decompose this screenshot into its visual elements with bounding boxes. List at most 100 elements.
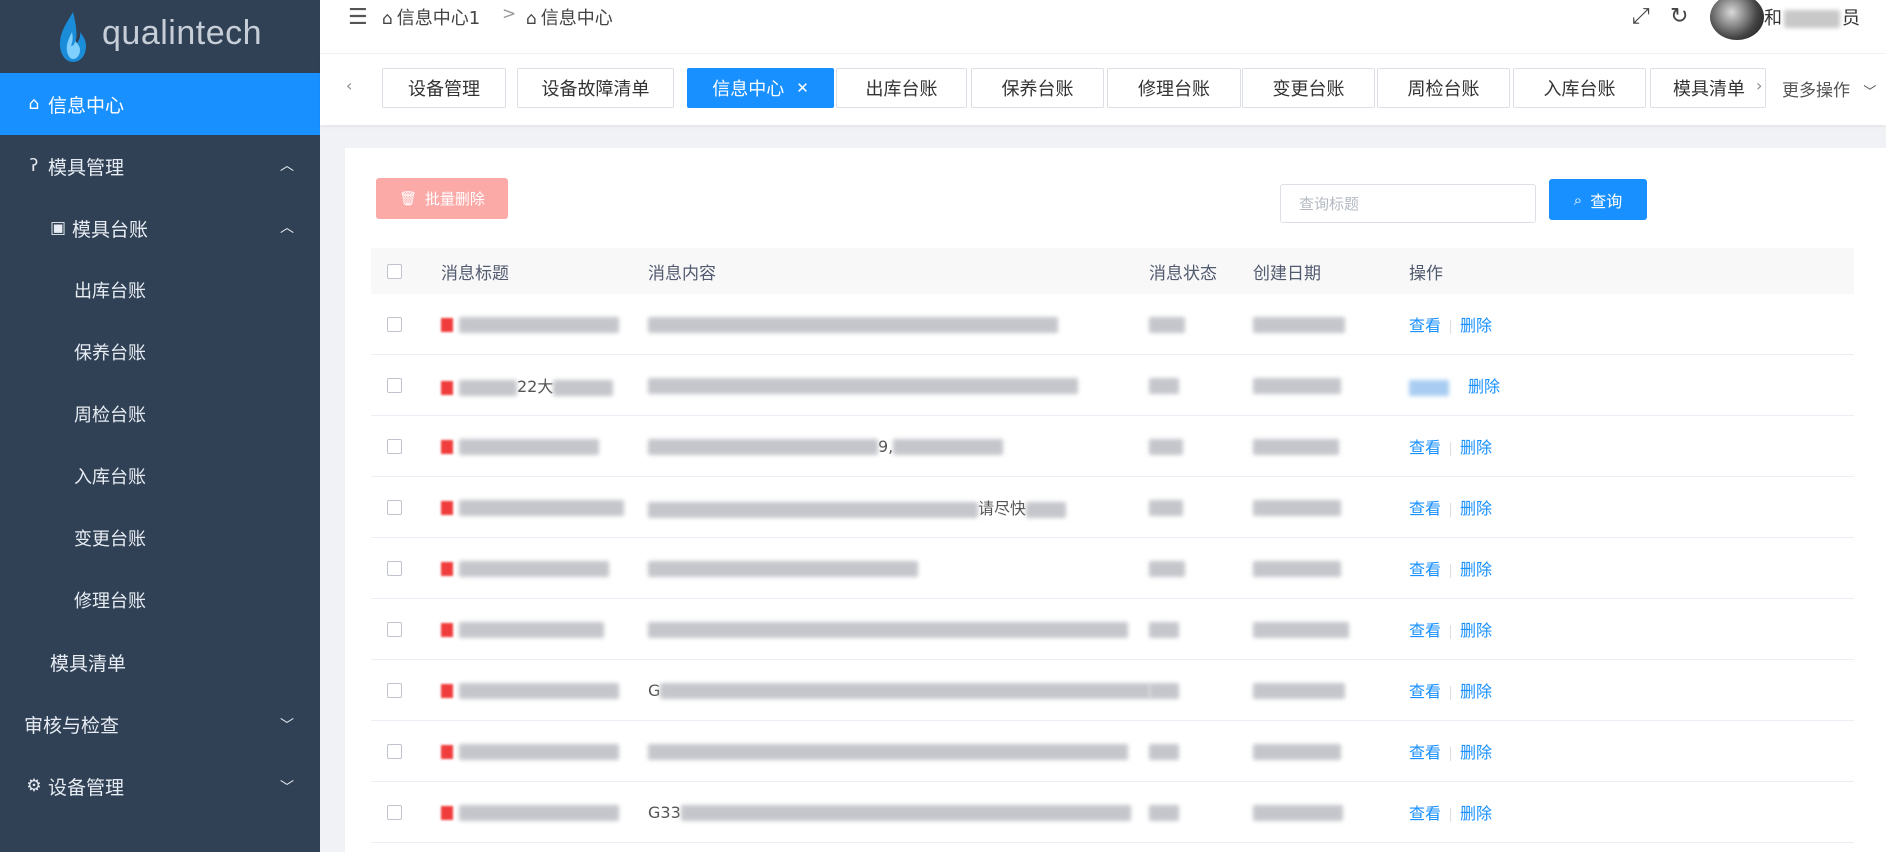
- delete-link[interactable]: 删除: [1460, 804, 1492, 823]
- sidebar-item-mold-ledger[interactable]: ▣ 模具台账 ︿: [0, 197, 320, 259]
- tab-change-ledger[interactable]: 变更台账: [1242, 68, 1375, 108]
- sidebar-item-inbound-ledger[interactable]: 入库台账: [0, 445, 320, 507]
- delete-link[interactable]: 删除: [1468, 377, 1500, 396]
- message-content: [648, 559, 918, 578]
- tab-equipment-management[interactable]: 设备管理: [382, 68, 506, 108]
- message-status: [1149, 620, 1179, 639]
- avatar[interactable]: [1710, 0, 1764, 40]
- row-checkbox[interactable]: [387, 804, 402, 820]
- tab-info-center[interactable]: 信息中心 ✕: [687, 68, 834, 108]
- row-checkbox[interactable]: [387, 438, 402, 454]
- message-table: 消息标题 消息内容 消息状态 创建日期 操作 查看 删除 22大 删除 9, 查…: [371, 248, 1854, 843]
- view-link[interactable]: 查看: [1409, 316, 1441, 335]
- delete-link[interactable]: 删除: [1460, 438, 1492, 457]
- sidebar-item-change-ledger[interactable]: 变更台账: [0, 507, 320, 569]
- row-actions: 查看 删除: [1409, 312, 1492, 336]
- column-header-content[interactable]: 消息内容: [648, 259, 716, 284]
- more-operations-dropdown[interactable]: 更多操作 ﹀: [1782, 76, 1876, 101]
- delete-link[interactable]: 删除: [1460, 499, 1492, 518]
- breadcrumb-item: ⌂ 信息中心: [526, 8, 613, 29]
- message-status: [1149, 803, 1179, 822]
- tab-repair-ledger[interactable]: 修理台账: [1107, 68, 1241, 108]
- column-header-date[interactable]: 创建日期: [1253, 259, 1321, 284]
- row-checkbox[interactable]: [387, 499, 402, 515]
- breadcrumb-item[interactable]: ⌂ 信息中心1: [382, 4, 480, 30]
- view-link[interactable]: 查看: [1409, 621, 1441, 640]
- view-link[interactable]: 查看: [1409, 499, 1441, 518]
- search-title-input[interactable]: [1280, 184, 1536, 223]
- message-title: [441, 803, 619, 822]
- row-actions: 查看 删除: [1409, 800, 1492, 824]
- column-header-title[interactable]: 消息标题: [441, 259, 509, 284]
- message-status: [1149, 498, 1183, 517]
- tab-outbound-ledger[interactable]: 出库台账: [836, 68, 967, 108]
- sidebar-item-label: 模具清单: [50, 652, 127, 675]
- sidebar-item-label: 入库台账: [74, 467, 146, 488]
- view-link[interactable]: 查看: [1409, 804, 1441, 823]
- sidebar-item-label: 变更台账: [74, 529, 146, 550]
- ear-icon: ʔ: [29, 156, 39, 176]
- fullscreen-icon[interactable]: ⤢: [1632, 4, 1650, 29]
- tab-mold-list[interactable]: 模具清单: [1650, 68, 1766, 108]
- delete-link[interactable]: 删除: [1460, 316, 1492, 335]
- table-row: 查看 删除: [371, 721, 1854, 782]
- contacts-icon: ▣: [49, 218, 67, 238]
- row-checkbox[interactable]: [387, 560, 402, 576]
- message-content: [648, 742, 1128, 761]
- row-checkbox[interactable]: [387, 682, 402, 698]
- view-link[interactable]: 查看: [1409, 682, 1441, 701]
- sidebar-item-outbound-ledger[interactable]: 出库台账: [0, 259, 320, 321]
- view-link[interactable]: 查看: [1409, 743, 1441, 762]
- sidebar-item-info-center[interactable]: ⌂ 信息中心: [0, 73, 320, 135]
- sidebar-item-maintenance-ledger[interactable]: 保养台账: [0, 321, 320, 383]
- chevron-left-icon[interactable]: ‹: [346, 76, 352, 95]
- column-header-status[interactable]: 消息状态: [1149, 259, 1217, 284]
- sidebar-item-equipment-management[interactable]: ⚙ 设备管理 ﹀: [0, 755, 320, 817]
- chevron-down-icon: ﹀: [1863, 85, 1877, 100]
- query-button[interactable]: ⌕ 查询: [1549, 179, 1647, 220]
- sidebar-item-mold-management[interactable]: ʔ 模具管理 ︿: [0, 135, 320, 197]
- message-status: [1149, 315, 1185, 334]
- tab-weekly-check-ledger[interactable]: 周检台账: [1377, 68, 1510, 108]
- tab-equipment-fault-list[interactable]: 设备故障清单: [517, 68, 674, 108]
- delete-link[interactable]: 删除: [1460, 560, 1492, 579]
- view-link[interactable]: 查看: [1409, 560, 1441, 579]
- refresh-icon[interactable]: ↻: [1670, 4, 1688, 29]
- delete-link[interactable]: 删除: [1460, 743, 1492, 762]
- tab-inbound-ledger[interactable]: 入库台账: [1513, 68, 1646, 108]
- table-row: 9, 查看 删除: [371, 416, 1854, 477]
- sidebar-item-mold-list[interactable]: 模具清单: [0, 631, 320, 693]
- home-icon: ⌂: [28, 94, 40, 114]
- chevron-right-icon[interactable]: ›: [1756, 76, 1762, 95]
- row-checkbox[interactable]: [387, 316, 402, 332]
- select-all-checkbox[interactable]: [387, 263, 402, 279]
- home-icon: ⌂: [382, 9, 393, 29]
- breadcrumb-separator: >: [502, 4, 517, 24]
- row-checkbox[interactable]: [387, 377, 402, 393]
- message-content: [648, 376, 1078, 395]
- sidebar-item-audit-inspection[interactable]: 审核与检查 ﹀: [0, 693, 320, 755]
- row-actions: 删除: [1409, 373, 1500, 397]
- sidebar-item-label: 出库台账: [74, 281, 146, 302]
- batch-delete-button[interactable]: 🗑 批量删除: [376, 178, 508, 219]
- trash-icon: 🗑: [399, 190, 417, 207]
- row-checkbox[interactable]: [387, 621, 402, 637]
- menu-toggle-icon[interactable]: ☰: [348, 5, 368, 30]
- created-date: [1253, 742, 1341, 761]
- table-row: 22大 删除: [371, 355, 1854, 416]
- close-icon[interactable]: ✕: [796, 79, 809, 97]
- username[interactable]: 和员: [1764, 4, 1860, 30]
- message-title: 22大: [441, 373, 614, 397]
- delete-link[interactable]: 删除: [1460, 682, 1492, 701]
- created-date: [1253, 376, 1341, 395]
- sidebar-item-repair-ledger[interactable]: 修理台账: [0, 569, 320, 631]
- row-checkbox[interactable]: [387, 743, 402, 759]
- message-content: G: [648, 681, 1151, 700]
- tab-maintenance-ledger[interactable]: 保养台账: [971, 68, 1104, 108]
- delete-link[interactable]: 删除: [1460, 621, 1492, 640]
- view-link[interactable]: 查看: [1409, 438, 1441, 457]
- tabs-bar: ‹ 设备管理 设备故障清单 信息中心 ✕ 出库台账 保养台账 修理台账 变更台账 …: [320, 54, 1886, 125]
- message-content: 9,: [648, 437, 1004, 456]
- chevron-down-icon: ﹀: [280, 718, 294, 734]
- sidebar-item-weekly-check-ledger[interactable]: 周检台账: [0, 383, 320, 445]
